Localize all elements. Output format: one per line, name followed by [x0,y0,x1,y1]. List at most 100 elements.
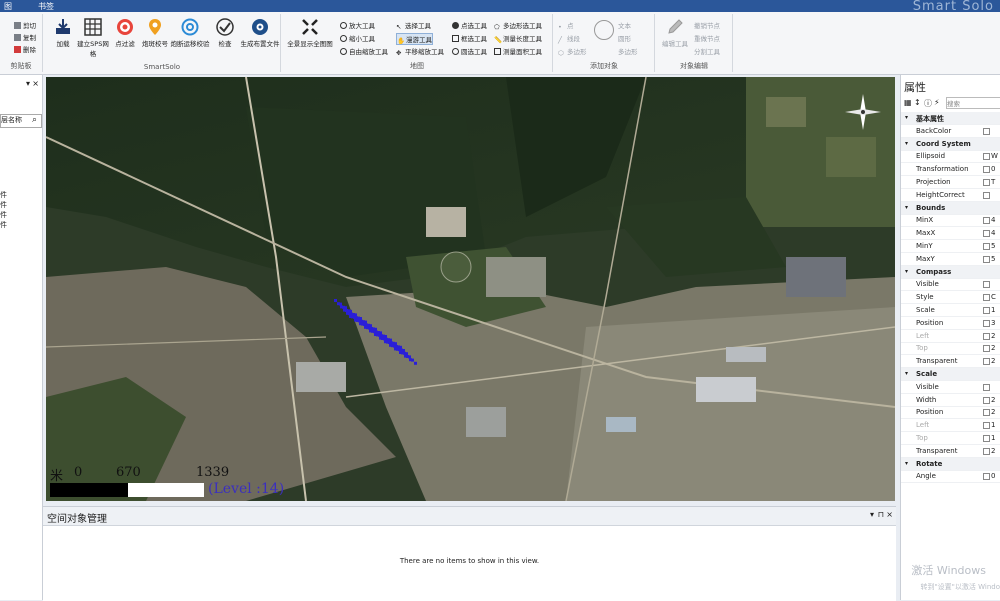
point-select-tool[interactable]: 点选工具 [452,20,487,30]
delete-button[interactable]: 删除 [14,44,36,54]
tree-item[interactable]: 件 [0,210,7,220]
property-value[interactable]: 4 [991,216,1000,224]
add-line-button[interactable]: ╱ 线段 [558,33,580,44]
property-value[interactable]: 2 [991,408,1000,416]
property-row[interactable]: Transparent 2 [901,355,1000,369]
split-tool-button[interactable]: 分割工具 [694,46,720,56]
full-extent-button[interactable]: 全景显示全图图 [284,18,336,48]
measure-area-tool[interactable]: 测量面积工具 [494,46,542,56]
property-value[interactable]: 1 [991,306,1000,314]
property-toggle-checkbox[interactable] [983,294,990,302]
expand-icon[interactable]: ▾ [905,204,908,211]
shot-number-button[interactable]: 炮斑校号 [138,18,172,48]
property-row[interactable]: Visible [901,278,1000,292]
zoom-out-tool[interactable]: 缩小工具 [340,33,375,43]
property-row[interactable]: Projection T [901,176,1000,189]
build-sps-grid-button[interactable]: 建立SPS网格 [76,18,110,58]
property-value[interactable]: C [991,293,1000,301]
copy-button[interactable]: 复制 [14,32,36,42]
search-icon[interactable]: ⌕ [32,115,37,125]
property-toggle-checkbox[interactable] [983,243,990,250]
measure-length-tool[interactable]: 📏测量长度工具 [494,33,542,44]
property-row[interactable]: Position 2 [901,406,1000,420]
property-value[interactable]: 2 [991,344,1000,352]
tab-map[interactable]: 图 [4,1,12,12]
property-row[interactable]: Top 1 [901,432,1000,445]
property-row[interactable]: Scale 1 [901,304,1000,317]
property-toggle-checkbox[interactable] [983,409,990,417]
expand-icon[interactable]: ▾ [905,268,908,275]
property-toggle-checkbox[interactable] [983,345,990,353]
property-toggle-checkbox[interactable] [983,422,990,430]
property-toggle-checkbox[interactable] [983,447,990,455]
property-value[interactable]: 5 [991,242,1000,250]
property-category[interactable]: ▾ Compass [901,265,1000,279]
property-row[interactable]: Visible [901,381,1000,394]
property-value[interactable]: W [991,152,1000,160]
tree-item[interactable]: 件 [0,200,7,210]
property-toggle-checkbox[interactable] [983,255,990,263]
redo-node-button[interactable]: 重做节点 [694,33,720,43]
property-category[interactable]: ▾ Bounds [901,201,1000,215]
close-icon[interactable]: × [32,79,39,88]
generate-layout-file-button[interactable]: 生成布置文件 [240,18,280,48]
property-toggle-checkbox[interactable] [983,281,990,289]
info-icon[interactable]: ⓘ [924,98,932,109]
property-toggle-checkbox[interactable] [983,383,990,391]
property-toggle-checkbox[interactable] [983,307,990,314]
property-category[interactable]: ▾ Scale [901,368,1000,381]
events-icon[interactable]: ⚡ [934,98,940,107]
zoom-in-tool[interactable]: 放大工具 [340,20,375,30]
property-row[interactable]: Left 1 [901,419,1000,433]
panel-pin-icon[interactable]: ⊓ [878,510,884,519]
property-toggle-checkbox[interactable] [983,332,990,340]
add-rect-button[interactable]: 多边形 [618,46,638,56]
add-circle-button[interactable]: 圆形 [618,33,631,43]
property-row[interactable]: MinY 5 [901,240,1000,253]
pan-zoom-tool[interactable]: ✥ 平移缩放工具 [396,46,444,57]
property-toggle-checkbox[interactable] [983,230,990,238]
add-point-button[interactable]: • 点 [558,20,574,31]
panel-menu-icon[interactable]: ▾ [870,510,874,519]
property-row[interactable]: HeightCorrect [901,189,1000,202]
property-value[interactable]: 2 [991,396,1000,404]
point-filter-button[interactable]: 点过滤 [108,18,142,48]
property-row[interactable]: Transformation 0 [901,163,1000,177]
property-toggle-checkbox[interactable] [983,217,990,225]
property-value[interactable]: 1 [991,434,1000,442]
property-toggle-checkbox[interactable] [983,153,990,161]
expand-icon[interactable]: ▾ [905,140,908,147]
property-toggle-checkbox[interactable] [983,319,990,327]
property-row[interactable]: MinX 4 [901,214,1000,228]
property-row[interactable]: MaxY 5 [901,253,1000,266]
pan-tool[interactable]: ✋漫游工具 [396,33,433,45]
property-row[interactable]: Style C [901,291,1000,305]
sort-az-icon[interactable]: ↕ [914,98,921,107]
property-value[interactable]: 1 [991,421,1000,429]
property-toggle-checkbox[interactable] [983,179,990,186]
property-value[interactable]: 2 [991,332,1000,340]
property-row[interactable]: Angle 0 [901,470,1000,484]
tab-bookmark[interactable]: 书签 [38,1,54,12]
categorize-icon[interactable]: ▦ [904,98,912,107]
expand-icon[interactable]: ▾ [905,460,908,467]
property-category[interactable]: ▾ 基本属性 [901,112,1000,125]
add-polygon-button[interactable]: ⬡ 多边形 [558,46,587,57]
check-button[interactable]: 检查 [208,18,242,48]
property-value[interactable]: 5 [991,255,1000,263]
property-toggle-checkbox[interactable] [983,191,990,199]
property-toggle-checkbox[interactable] [983,473,990,481]
property-row[interactable]: Transparent 2 [901,445,1000,458]
tree-item[interactable]: 件 [0,190,7,200]
property-category[interactable]: ▾ Coord System [901,137,1000,151]
property-value[interactable]: 4 [991,229,1000,237]
property-toggle-checkbox[interactable] [983,127,990,135]
property-row[interactable]: Width 2 [901,394,1000,407]
edit-tool-button[interactable]: 编辑工具 [658,18,692,48]
rect-select-tool[interactable]: 框选工具 [452,33,487,43]
property-row[interactable]: MaxX 4 [901,227,1000,241]
circle-select-tool[interactable]: 圆选工具 [452,46,487,56]
select-tool[interactable]: ↖ 选择工具 [396,20,431,31]
property-row[interactable]: BackColor [901,125,1000,138]
panel-close-icon[interactable]: × [886,510,893,519]
